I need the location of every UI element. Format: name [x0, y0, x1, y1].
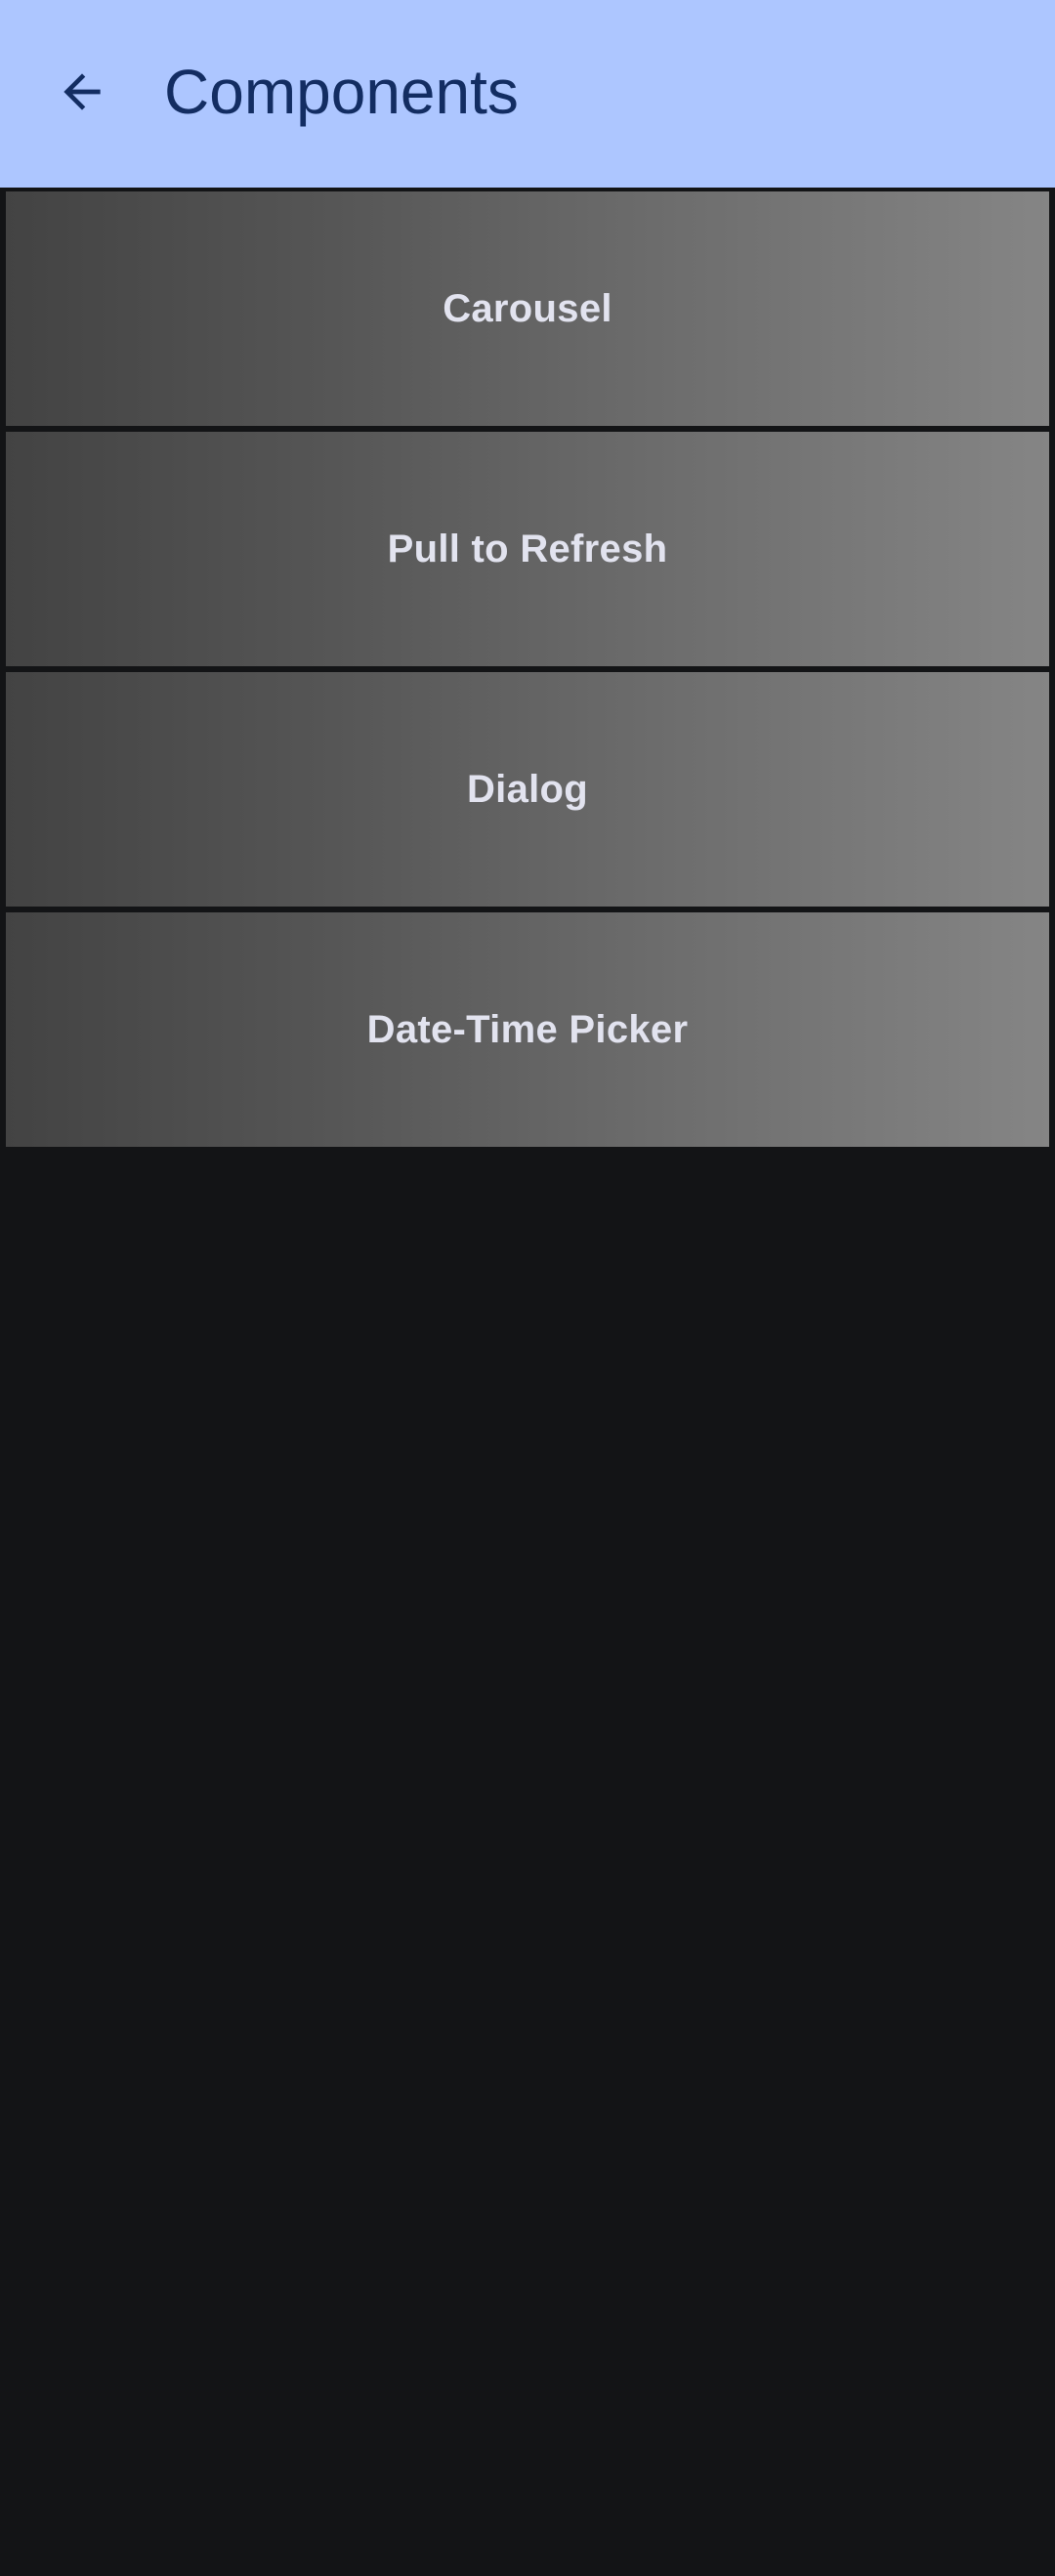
list-item-label: Dialog: [466, 767, 589, 811]
list-item-label: Carousel: [443, 286, 612, 330]
arrow-back-icon: [63, 73, 101, 110]
list-item-label: Pull to Refresh: [387, 527, 668, 570]
list-item-label: Date-Time Picker: [366, 1007, 689, 1051]
back-button[interactable]: [39, 49, 125, 135]
list-item-carousel[interactable]: Carousel: [6, 191, 1049, 426]
page-title: Components: [164, 57, 519, 127]
top-app-bar: Components: [0, 0, 1055, 188]
list-item-pull-to-refresh[interactable]: Pull to Refresh: [6, 432, 1049, 666]
list-item-dialog[interactable]: Dialog: [6, 672, 1049, 907]
list-item-date-time-picker[interactable]: Date-Time Picker: [6, 912, 1049, 1147]
